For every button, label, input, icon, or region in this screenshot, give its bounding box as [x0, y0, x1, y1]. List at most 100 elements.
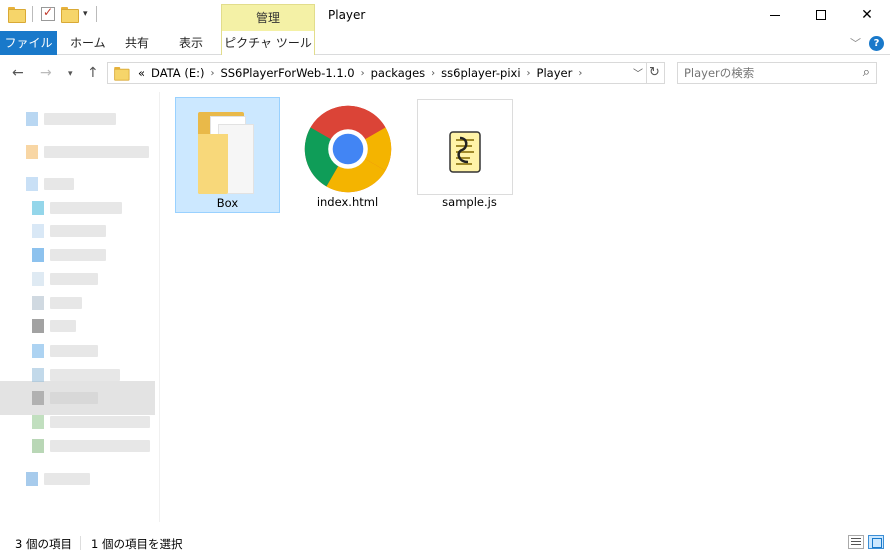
- network-icon: [26, 472, 38, 486]
- status-bar: 3 個の項目 1 個の項目を選択: [0, 530, 890, 555]
- tab-picture-tools[interactable]: ピクチャ ツール: [221, 31, 315, 55]
- drive-icon: [32, 296, 44, 310]
- nav-item[interactable]: [26, 471, 90, 487]
- nav-item-label-blurred: [50, 273, 98, 285]
- tab-file[interactable]: ファイル: [0, 31, 57, 55]
- nav-item[interactable]: [32, 200, 122, 216]
- file-item-box[interactable]: Box: [175, 97, 280, 213]
- manage-context-tab[interactable]: 管理: [221, 4, 315, 31]
- tab-view[interactable]: 表示: [169, 31, 213, 55]
- file-item-index-html[interactable]: index.html: [295, 97, 400, 213]
- customize-toolbar-icon[interactable]: ▾: [83, 9, 88, 19]
- breadcrumb-item[interactable]: Player: [537, 66, 573, 80]
- refresh-icon[interactable]: ↻: [645, 62, 665, 84]
- nav-item[interactable]: [26, 144, 149, 160]
- item-count: 3 個の項目: [15, 537, 72, 551]
- nav-item[interactable]: [32, 343, 98, 359]
- breadcrumb-item[interactable]: DATA (E:): [151, 66, 204, 80]
- nav-item-label-blurred: [50, 392, 98, 404]
- chevron-down-icon[interactable]: ﹀: [633, 65, 643, 80]
- folder-icon: [114, 67, 130, 81]
- close-button[interactable]: ✕: [844, 0, 890, 30]
- toolbar-divider: [95, 6, 97, 22]
- file-thumbnail: [417, 99, 513, 195]
- nav-item-label-blurred: [44, 473, 90, 485]
- chrome-icon: [304, 105, 392, 193]
- nav-item[interactable]: [26, 111, 116, 127]
- minimize-button[interactable]: [752, 0, 798, 30]
- nav-item[interactable]: [32, 367, 120, 383]
- nav-item-label-blurred: [50, 225, 106, 237]
- nav-item[interactable]: [32, 318, 76, 334]
- drive-icon: [32, 415, 44, 429]
- back-arrow-icon[interactable]: ←: [12, 65, 24, 81]
- toolbar-divider: [32, 6, 33, 22]
- drive-icon: [32, 439, 44, 453]
- breadcrumb-item[interactable]: packages: [371, 66, 426, 80]
- nav-item-label-blurred: [50, 345, 98, 357]
- address-bar[interactable]: « DATA (E:) › SS6PlayerForWeb-1.1.0 › pa…: [107, 62, 647, 84]
- nav-item-label-blurred: [44, 113, 116, 125]
- chevron-right-icon[interactable]: ›: [578, 68, 582, 79]
- nav-item[interactable]: [32, 295, 82, 311]
- navigation-bar: ← → ▾ ↑ « DATA (E:) › SS6PlayerForWeb-1.…: [0, 56, 890, 92]
- chevron-right-icon[interactable]: ›: [527, 68, 531, 79]
- selected-count: 1 個の項目を選択: [91, 537, 183, 551]
- search-icon[interactable]: ⌕: [863, 65, 870, 80]
- file-item-sample-js[interactable]: sample.js: [417, 97, 522, 213]
- forward-arrow-icon[interactable]: →: [40, 65, 52, 81]
- properties-icon[interactable]: [41, 5, 55, 21]
- breadcrumb-item[interactable]: SS6PlayerForWeb-1.1.0: [220, 66, 354, 80]
- ribbon-tabs: ファイル ホーム 共有 表示 ピクチャ ツール ﹀ ?: [0, 31, 890, 55]
- file-name: Box: [216, 196, 239, 210]
- tab-share[interactable]: 共有: [115, 31, 159, 55]
- navigation-pane: [0, 92, 160, 522]
- nav-item[interactable]: [32, 223, 106, 239]
- nav-item-label-blurred: [50, 416, 150, 428]
- drive-icon: [32, 319, 44, 333]
- nav-item-label-blurred: [50, 320, 76, 332]
- details-view-icon[interactable]: [848, 535, 864, 549]
- chevron-right-icon[interactable]: ›: [431, 68, 435, 79]
- nav-item-label-blurred: [44, 146, 149, 158]
- nav-item[interactable]: [32, 438, 150, 454]
- recent-locations-icon[interactable]: ▾: [68, 69, 73, 79]
- breadcrumb-overflow[interactable]: «: [138, 66, 145, 80]
- nav-item-label-blurred: [44, 178, 74, 190]
- new-folder-icon[interactable]: [61, 7, 79, 23]
- breadcrumb-item[interactable]: ss6player-pixi: [441, 66, 520, 80]
- nav-item-label-blurred: [50, 297, 82, 309]
- script-icon: [449, 131, 481, 173]
- drive-icon: [32, 248, 44, 262]
- large-icons-view-icon[interactable]: [868, 535, 884, 549]
- chevron-right-icon[interactable]: ›: [361, 68, 365, 79]
- chevron-right-icon[interactable]: ›: [210, 68, 214, 79]
- nav-item[interactable]: [26, 176, 74, 192]
- file-list: Box index.html sample.js: [161, 92, 890, 522]
- view-switcher: [848, 535, 884, 549]
- nav-item[interactable]: [32, 414, 150, 430]
- drive-icon: [32, 344, 44, 358]
- nav-item[interactable]: [32, 271, 98, 287]
- help-icon[interactable]: ?: [869, 35, 884, 51]
- nav-item-label-blurred: [50, 369, 120, 381]
- up-arrow-icon[interactable]: ↑: [87, 65, 99, 81]
- expand-ribbon-icon[interactable]: ﹀: [850, 35, 861, 51]
- nav-item[interactable]: [32, 247, 106, 263]
- maximize-button[interactable]: [798, 0, 844, 30]
- folder-icon[interactable]: [8, 7, 26, 23]
- folder-icon: [198, 106, 258, 194]
- search-box[interactable]: ⌕: [677, 62, 877, 84]
- search-input[interactable]: [678, 63, 848, 83]
- maximize-icon: [816, 10, 826, 20]
- file-name: index.html: [316, 195, 379, 209]
- quick-access-icon: [26, 112, 38, 126]
- status-divider: [80, 536, 81, 550]
- drive-icon: [32, 391, 44, 405]
- nav-item-selected[interactable]: [32, 390, 98, 406]
- tab-home[interactable]: ホーム: [60, 31, 116, 55]
- drive-icon: [32, 201, 44, 215]
- nav-item-label-blurred: [50, 249, 106, 261]
- quick-access-toolbar: ▾: [8, 5, 99, 23]
- nav-item-label-blurred: [50, 202, 122, 214]
